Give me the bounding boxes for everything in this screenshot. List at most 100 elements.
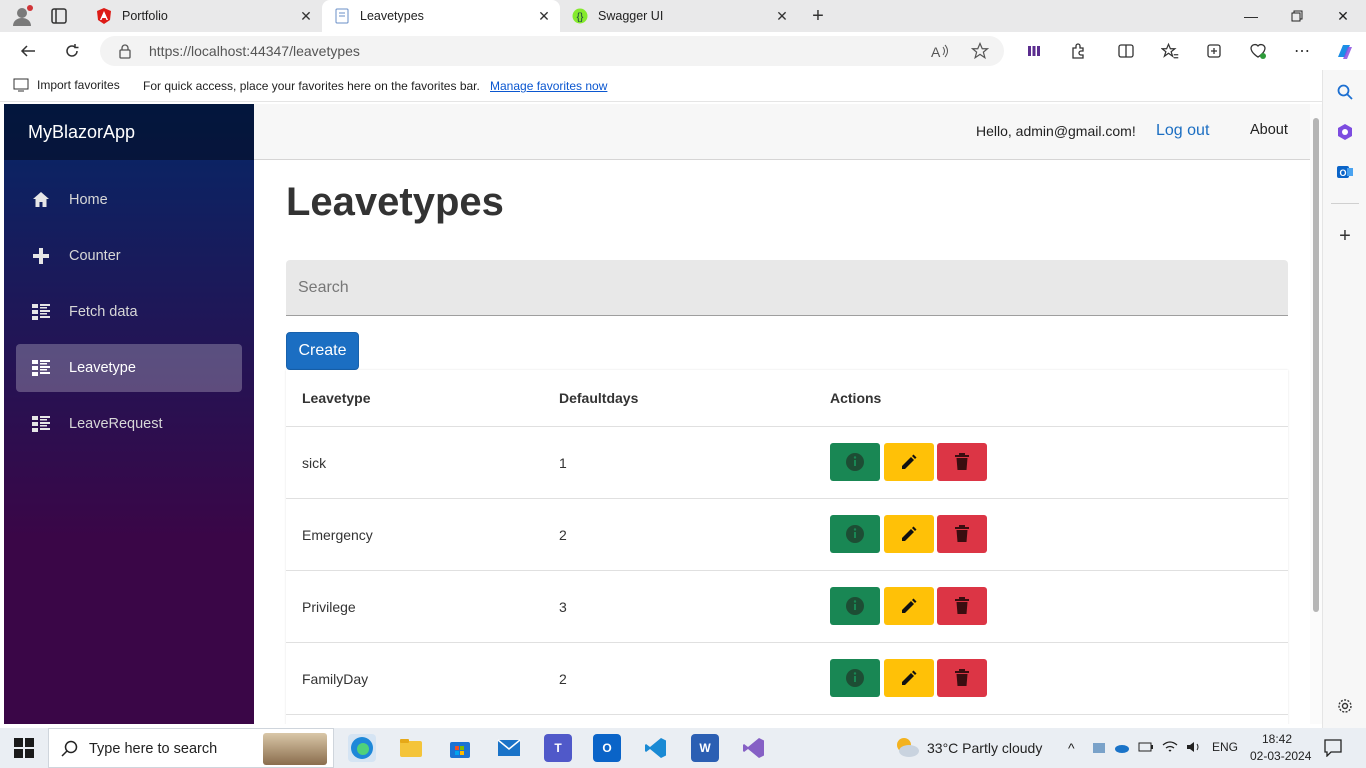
defaultdays-cell: 2 <box>559 671 567 687</box>
top-row: Hello, admin@gmail.com! Log out About <box>254 104 1310 160</box>
details-button[interactable] <box>830 515 880 553</box>
outlook-icon[interactable]: O <box>1335 162 1355 182</box>
address-bar[interactable]: https://localhost:44347/leavetypes A <box>100 36 1004 66</box>
collections-icon[interactable] <box>1204 41 1224 61</box>
list-icon <box>31 302 51 322</box>
import-favorites-button[interactable]: Import favorites <box>13 78 120 92</box>
edit-button[interactable] <box>884 515 934 553</box>
edit-button[interactable] <box>884 659 934 697</box>
notifications-icon[interactable] <box>1324 739 1342 757</box>
settings-gear-icon[interactable] <box>1335 696 1355 716</box>
delete-button[interactable] <box>937 587 987 625</box>
logout-link[interactable]: Log out <box>1156 122 1209 140</box>
more-menu-icon[interactable]: ⋯ <box>1292 41 1312 61</box>
edit-button[interactable] <box>884 587 934 625</box>
minimize-icon[interactable]: — <box>1228 0 1274 32</box>
svg-text:{}: {} <box>577 12 584 23</box>
weather-icon[interactable] <box>894 736 920 758</box>
plus-icon <box>31 246 51 266</box>
create-button[interactable]: Create <box>286 332 359 370</box>
close-tab-icon[interactable]: ✕ <box>298 8 314 24</box>
details-button[interactable] <box>830 587 880 625</box>
tab-actions-icon[interactable] <box>48 6 70 26</box>
nav-item-home[interactable]: Home <box>16 176 242 224</box>
column-header-defaultdays[interactable]: Defaultdays <box>559 390 638 406</box>
teams-icon[interactable]: T <box>544 734 572 762</box>
tray-icons[interactable] <box>1092 740 1202 756</box>
clock-date[interactable]: 02-03-2024 <box>1250 749 1311 763</box>
profile-avatar-icon[interactable] <box>10 5 34 27</box>
read-aloud-icon[interactable]: A <box>930 41 950 61</box>
column-header-leavetype[interactable]: Leavetype <box>302 390 370 406</box>
network-drive-icon <box>1093 743 1105 753</box>
clock-time[interactable]: 18:42 <box>1262 732 1292 746</box>
delete-button[interactable] <box>937 443 987 481</box>
details-button[interactable] <box>830 659 880 697</box>
svg-text:O: O <box>1339 168 1346 178</box>
delete-button[interactable] <box>937 659 987 697</box>
outlook-taskbar-icon[interactable]: O <box>593 734 621 762</box>
weather-text[interactable]: 33°C Partly cloudy <box>927 740 1042 756</box>
back-icon[interactable] <box>18 41 38 61</box>
scrollbar-thumb[interactable] <box>1313 118 1319 612</box>
app-brand[interactable]: MyBlazorApp <box>28 122 135 143</box>
taskbar-search-box[interactable]: Type here to search <box>48 728 334 768</box>
store-icon[interactable] <box>446 734 474 762</box>
manage-favorites-link[interactable]: Manage favorites now <box>490 79 607 93</box>
leavetype-cell: sick <box>302 455 327 471</box>
leavetype-cell: Privilege <box>302 599 356 615</box>
nav-label: Home <box>69 192 108 208</box>
svg-text:A: A <box>931 44 941 59</box>
search-icon[interactable] <box>1335 82 1355 102</box>
language-indicator[interactable]: ENG <box>1212 740 1238 754</box>
tab-portfolio[interactable]: Portfolio ✕ <box>84 0 322 32</box>
edge-taskbar-icon[interactable] <box>348 734 376 762</box>
word-icon[interactable]: W <box>691 734 719 762</box>
refresh-icon[interactable] <box>62 41 82 61</box>
page-title: Leavetypes <box>286 180 504 224</box>
extensions-icon[interactable] <box>1068 41 1088 61</box>
favorites-icon[interactable] <box>1160 41 1180 61</box>
file-explorer-icon[interactable] <box>397 734 425 762</box>
chevron-up-icon[interactable]: ^ <box>1068 740 1075 756</box>
split-screen-icon[interactable] <box>1116 41 1136 61</box>
close-tab-icon[interactable]: ✕ <box>536 8 552 24</box>
tab-swagger[interactable]: {} Swagger UI ✕ <box>560 0 798 32</box>
visual-studio-icon[interactable] <box>740 734 768 762</box>
info-icon <box>845 452 865 472</box>
close-window-icon[interactable]: ✕ <box>1320 0 1366 32</box>
tab-leavetypes[interactable]: Leavetypes ✕ <box>322 0 560 32</box>
new-tab-icon[interactable]: + <box>808 5 828 27</box>
nav-item-leavetype[interactable]: Leavetype <box>16 344 242 392</box>
edit-button[interactable] <box>884 443 934 481</box>
details-button[interactable] <box>830 443 880 481</box>
copilot-app-icon[interactable] <box>1335 122 1355 142</box>
restore-icon[interactable] <box>1274 0 1320 32</box>
url-text[interactable]: https://localhost:44347/leavetypes <box>149 43 360 59</box>
extension-purple-icon[interactable] <box>1024 41 1044 61</box>
vscode-icon[interactable] <box>642 734 670 762</box>
taskbar-search-placeholder: Type here to search <box>89 741 218 757</box>
nav-item-counter[interactable]: Counter <box>16 232 242 280</box>
search-highlight-image <box>263 733 327 765</box>
lock-icon[interactable] <box>118 43 132 59</box>
search-input[interactable] <box>286 260 1288 316</box>
copilot-icon[interactable] <box>1334 41 1356 63</box>
close-tab-icon[interactable]: ✕ <box>774 8 790 24</box>
add-icon[interactable]: + <box>1335 225 1355 247</box>
nav-item-leaverequest[interactable]: LeaveRequest <box>16 400 242 448</box>
mail-icon[interactable] <box>495 734 523 762</box>
delete-button[interactable] <box>937 515 987 553</box>
onedrive-icon <box>1115 745 1129 753</box>
web-page: MyBlazorApp Home Counter Fetch data Leav… <box>4 104 1310 724</box>
pencil-icon <box>899 452 919 472</box>
list-icon <box>31 358 51 378</box>
windows-start-icon[interactable] <box>14 738 34 758</box>
table-row: Privilege 3 <box>286 570 1288 642</box>
browser-essentials-icon[interactable] <box>1248 41 1268 61</box>
about-link[interactable]: About <box>1250 122 1288 138</box>
favorite-star-icon[interactable] <box>970 41 990 61</box>
nav-label: LeaveRequest <box>69 416 163 432</box>
nav-item-fetch-data[interactable]: Fetch data <box>16 288 242 336</box>
defaultdays-cell: 1 <box>559 455 567 471</box>
